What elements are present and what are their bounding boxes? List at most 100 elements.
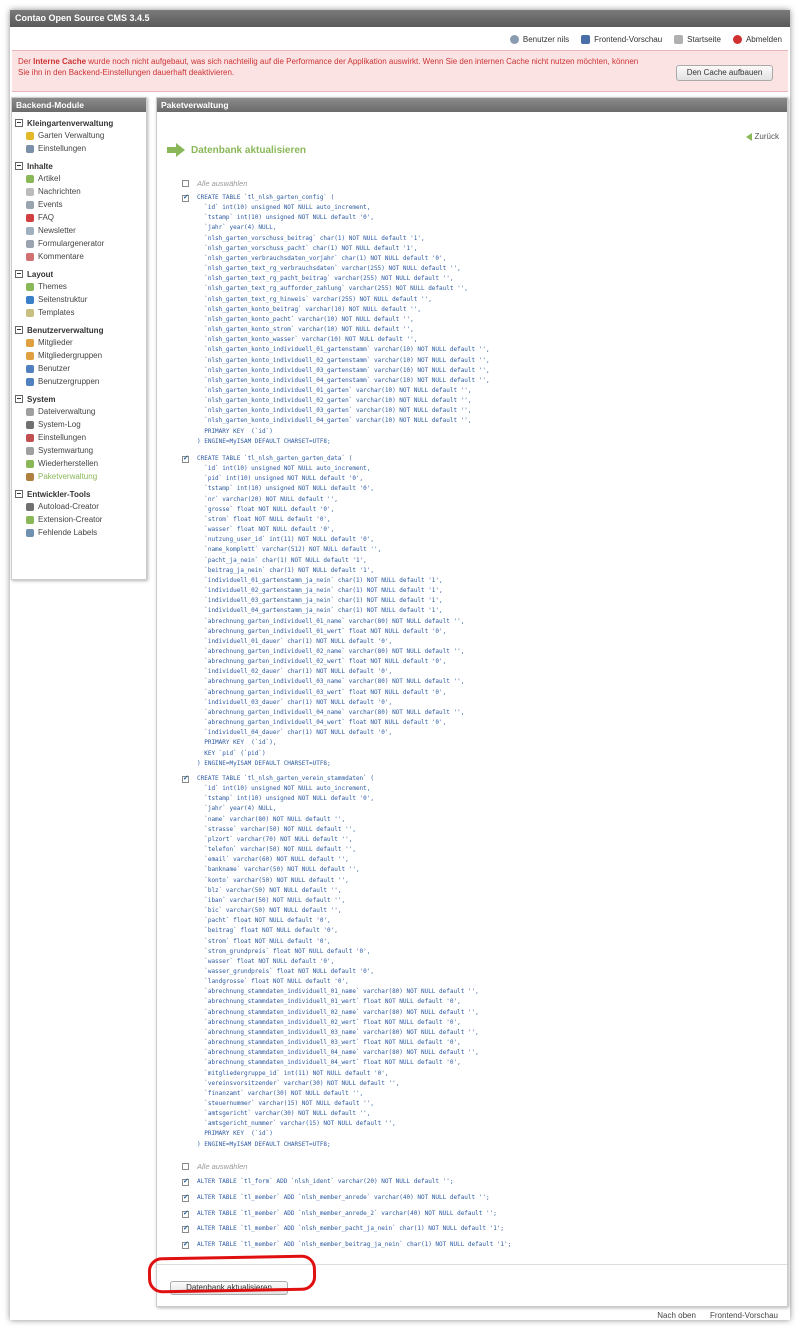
sidebar-item[interactable]: Garten Verwaltung [12,129,146,142]
back-link[interactable]: Zurück [745,132,779,141]
files-icon [26,407,34,416]
sidebar-item[interactable]: Templates [12,306,146,319]
sidebar-item-label: Themes [38,282,67,291]
sidebar-item[interactable]: FAQ [12,211,146,224]
sidebar-item[interactable]: Extension-Creator [12,513,146,526]
sidebar-item[interactable]: Paketverwaltung [12,470,146,483]
page-heading-label: Datenbank aktualisieren [191,144,307,156]
sidebar-item[interactable]: Formulargenerator [12,237,146,250]
sidebar-item-label: Einstellungen [38,144,87,153]
sidebar-group: Benutzerverwaltung Mitglieder Mitgliedergr… [12,324,146,388]
sidebar-item[interactable]: Einstellungen [12,431,146,444]
alter-checkbox-1[interactable] [182,1177,189,1186]
sidebar-item-label: Mitglieder [38,338,73,347]
sidebar-group-title[interactable]: Entwickler-Tools [12,488,146,500]
maintenance-icon [26,446,34,455]
sql-checkbox-2[interactable] [182,454,189,463]
back-label: Zurück [754,132,779,141]
sidebar-group-label: Layout [27,269,54,279]
sidebar-item-label: Artikel [38,174,61,183]
user-icon [26,364,34,373]
sql-checkbox-1[interactable] [182,193,189,202]
alter-statement: ALTER TABLE `tl_member` ADD `nlsh_member… [197,1241,512,1248]
main-title: Paketverwaltung [157,98,787,112]
main-panel: Paketverwaltung Zurück Datenbank aktuali… [156,97,788,1307]
sidebar-title: Backend-Module [12,98,146,112]
sidebar-item[interactable]: Events [12,198,146,211]
sidebar-item-label: Benutzer [38,364,71,373]
sidebar-item[interactable]: Einstellungen [12,142,146,155]
highlight-annotation [147,1254,317,1294]
select-all-checkbox[interactable] [182,180,189,187]
alter-checkbox-3[interactable] [182,1209,189,1218]
sidebar-group: Inhalte Artikel Nachrichten Events FAQ Newsle… [12,160,146,263]
sidebar-group-title[interactable]: Layout [12,268,146,280]
labels-icon [26,528,34,537]
autoload-icon [26,502,34,511]
sidebar-item[interactable]: Wiederherstellen [12,457,146,470]
sidebar-item[interactable]: Dateiverwaltung [12,405,146,418]
sidebar-group-label: Benutzerverwaltung [27,325,104,335]
flag-icon [581,34,591,44]
sidebar-item-label: Newsletter [38,226,76,235]
newsletter-icon [26,226,34,235]
sidebar-group-title[interactable]: Kleingartenverwaltung [12,117,146,129]
sidebar-item[interactable]: Fehlende Labels [12,526,146,539]
alter-checkbox-4[interactable] [182,1224,189,1233]
topnav-logout[interactable]: Abmelden [732,34,782,44]
collapse-icon [15,270,23,278]
sql-create-garten-config: CREATE TABLE `tl_nlsh_garten_config` ( `… [197,194,490,445]
top-navigation: Benutzer nils Frontend-Vorschau Startsei… [509,32,782,46]
sidebar-item[interactable]: Benutzer [12,362,146,375]
sidebar-item[interactable]: Mitgliedergruppen [12,349,146,362]
wrench-icon [26,144,34,153]
sidebar-item[interactable]: Benutzergruppen [12,375,146,388]
theme-icon [26,282,34,291]
sidebar-group-label: Entwickler-Tools [27,489,91,499]
sql-checkbox-3[interactable] [182,774,189,783]
notice-text-end: wurde noch nicht aufgebaut, was sich nac… [18,57,639,77]
sidebar-item[interactable]: Newsletter [12,224,146,237]
sidebar-item[interactable]: Nachrichten [12,185,146,198]
sidebar-item[interactable]: Autoload-Creator [12,500,146,513]
footer-preview-link[interactable]: Frontend-Vorschau [710,1311,778,1320]
alter-checkbox-2[interactable] [182,1193,189,1202]
sidebar-item[interactable]: System-Log [12,418,146,431]
cache-notice-text: Der Interne Cache wurde noch nicht aufge… [18,56,648,78]
alter-checkbox-5[interactable] [182,1240,189,1249]
sidebar-group: Layout Themes Seitenstruktur Templates [12,268,146,319]
collapse-icon [15,162,23,170]
undo-icon [26,459,34,468]
sidebar-item[interactable]: Kommentare [12,250,146,263]
sidebar-item[interactable]: Seitenstruktur [12,293,146,306]
sidebar-group: System Dateiverwaltung System-Log Einstellu… [12,393,146,483]
package-icon [26,472,34,481]
sidebar-item-label: Events [38,200,63,209]
build-cache-button[interactable]: Den Cache aufbauen [676,65,773,81]
sidebar-item[interactable]: Themes [12,280,146,293]
select-all-checkbox-2[interactable] [182,1163,189,1170]
sidebar-group-title[interactable]: Inhalte [12,160,146,172]
select-all-label-2: Alle auswählen [197,1162,248,1171]
topnav-home[interactable]: Startseite [674,34,721,44]
sidebar-item[interactable]: Systemwartung [12,444,146,457]
sidebar-item-label: Mitgliedergruppen [38,351,103,360]
back-arrow-icon [745,132,752,141]
article-icon [26,174,34,183]
topnav-user[interactable]: Benutzer nils [509,34,569,44]
faq-icon [26,213,34,222]
sidebar-item[interactable]: Mitglieder [12,336,146,349]
collapse-icon [15,395,23,403]
sidebar-item-label: Benutzergruppen [38,377,100,386]
topnav-frontend-preview[interactable]: Frontend-Vorschau [581,34,662,44]
sidebar-group-title[interactable]: Benutzerverwaltung [12,324,146,336]
cache-notice: Der Interne Cache wurde noch nicht aufge… [12,50,788,92]
alter-statement: ALTER TABLE `tl_member` ADD `nlsh_member… [197,1210,497,1217]
collapse-icon [15,119,23,127]
sidebar-item[interactable]: Artikel [12,172,146,185]
sidebar-item-label: Paketverwaltung [38,472,98,481]
footer: Nach oben Frontend-Vorschau [657,1311,778,1320]
sidebar-group-title[interactable]: System [12,393,146,405]
user-group-icon [26,377,34,386]
back-to-top-link[interactable]: Nach oben [657,1311,696,1320]
